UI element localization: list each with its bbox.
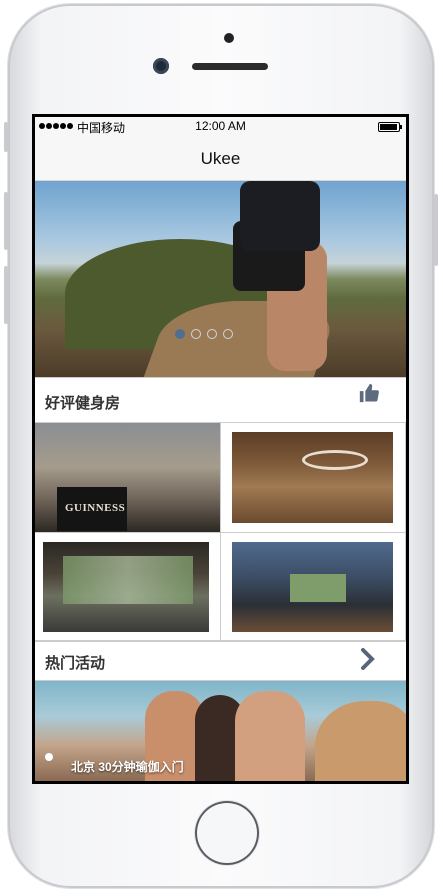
front-camera — [153, 58, 169, 74]
gym-photo: GUINNESS — [35, 423, 220, 532]
gym-photo — [232, 432, 393, 523]
thumbs-up-icon[interactable] — [358, 382, 380, 410]
location-pin-icon — [45, 753, 53, 761]
home-button[interactable] — [195, 801, 259, 865]
carousel-dot-4[interactable] — [223, 329, 233, 339]
hero-banner[interactable] — [35, 181, 406, 377]
earpiece-speaker — [192, 63, 268, 70]
event-card[interactable]: 北京 30分钟瑜伽入门 — [35, 681, 406, 781]
sign-text: GUINNESS — [65, 502, 126, 514]
carousel-dot-1[interactable] — [175, 329, 185, 339]
chevron-right-icon[interactable] — [360, 641, 376, 678]
event-caption: 北京 30分钟瑜伽入门 — [71, 760, 184, 774]
event-rock — [315, 701, 406, 781]
volume-up-button — [4, 192, 8, 250]
status-time: 12:00 AM — [195, 119, 246, 133]
gym-card[interactable]: GUINNESS — [35, 423, 221, 533]
gym-card[interactable] — [221, 423, 406, 533]
gym-photo — [232, 542, 393, 632]
gyms-section-header[interactable]: 好评健身房 — [35, 377, 406, 423]
screen: 中国移动 12:00 AM Ukee 好评健身房 GUINNESS 热门活动 北… — [32, 114, 409, 784]
gym-card[interactable] — [221, 533, 406, 641]
battery-icon — [378, 122, 402, 132]
carousel-dot-3[interactable] — [207, 329, 217, 339]
sensor-dot — [224, 33, 234, 43]
carousel-dots[interactable] — [175, 329, 233, 339]
events-section-header[interactable]: 热门活动 — [35, 642, 406, 681]
gym-photo — [43, 542, 209, 632]
power-button — [434, 194, 438, 266]
mute-switch — [4, 122, 8, 152]
runner-torso — [240, 181, 320, 251]
gym-card[interactable] — [35, 533, 221, 641]
gyms-section-title: 好评健身房 — [45, 395, 121, 412]
events-section-title: 热门活动 — [45, 655, 106, 672]
app-title: Ukee — [200, 149, 241, 168]
event-person — [235, 691, 305, 781]
gym-grid: GUINNESS — [35, 423, 406, 642]
volume-down-button — [4, 266, 8, 324]
carousel-dot-2[interactable] — [191, 329, 201, 339]
app-screen: 中国移动 12:00 AM Ukee 好评健身房 GUINNESS 热门活动 北… — [35, 117, 406, 781]
nav-bar: Ukee — [35, 137, 406, 181]
status-bar: 中国移动 12:00 AM — [35, 117, 406, 137]
